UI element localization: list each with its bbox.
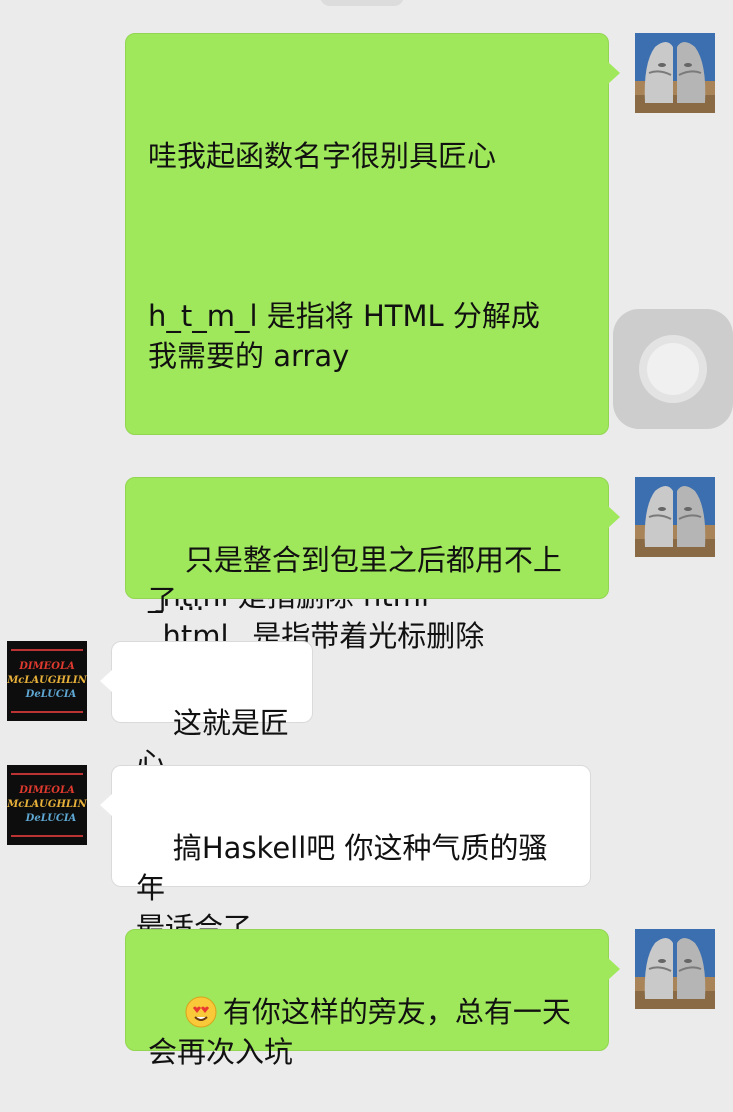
message-bubble-4[interactable]: 搞Haskell吧 你这种气质的骚年 最适合了 xyxy=(100,765,591,945)
contact-avatar[interactable]: DIMEOLA McLAUGHLIN DeLUCIA xyxy=(7,641,87,721)
message-bubble-2[interactable]: 只是整合到包里之后都用不上 了... xyxy=(125,477,620,617)
my-avatar[interactable] xyxy=(635,929,715,1009)
svg-text:McLAUGHLIN: McLAUGHLIN xyxy=(7,799,87,810)
svg-text:DeLUCIA: DeLUCIA xyxy=(25,689,77,700)
svg-text:DIMEOLA: DIMEOLA xyxy=(18,785,75,796)
album-cover-avatar-icon: DIMEOLA McLAUGHLIN DeLUCIA xyxy=(7,641,87,721)
heart-eyes-emoji-icon xyxy=(185,996,217,1028)
my-avatar[interactable] xyxy=(635,477,715,557)
svg-text:McLAUGHLIN: McLAUGHLIN xyxy=(7,675,87,686)
twin-heads-avatar-icon xyxy=(635,33,715,113)
svg-text:DIMEOLA: DIMEOLA xyxy=(18,661,75,672)
my-avatar[interactable] xyxy=(635,33,715,113)
message-1-paragraph-1: 哇我起函数名字很别具匠心 xyxy=(148,139,497,173)
assistive-touch-button[interactable] xyxy=(613,309,733,429)
twin-heads-avatar-icon xyxy=(635,929,715,1009)
message-1-paragraph-2: h_t_m_l 是指将 HTML 分解成 我需要的 array xyxy=(148,299,540,373)
message-bubble-5[interactable]: 有你这样的旁友，总有一天 会再次入坑 xyxy=(125,929,620,1069)
album-cover-avatar-icon: DIMEOLA McLAUGHLIN DeLUCIA xyxy=(7,765,87,845)
message-bubble-1[interactable]: 哇我起函数名字很别具匠心 h_t_m_l 是指将 HTML 分解成 我需要的 a… xyxy=(125,33,620,653)
message-4-text: 搞Haskell吧 你这种气质的骚年 最适合了 xyxy=(136,831,548,945)
contact-avatar[interactable]: DIMEOLA McLAUGHLIN DeLUCIA xyxy=(7,765,87,845)
svg-text:DeLUCIA: DeLUCIA xyxy=(25,813,77,824)
assistive-touch-ring-inner xyxy=(647,343,699,395)
message-bubble-3[interactable]: 这就是匠心 xyxy=(100,641,313,780)
twin-heads-avatar-icon xyxy=(635,477,715,557)
previous-message-edge xyxy=(320,0,404,6)
